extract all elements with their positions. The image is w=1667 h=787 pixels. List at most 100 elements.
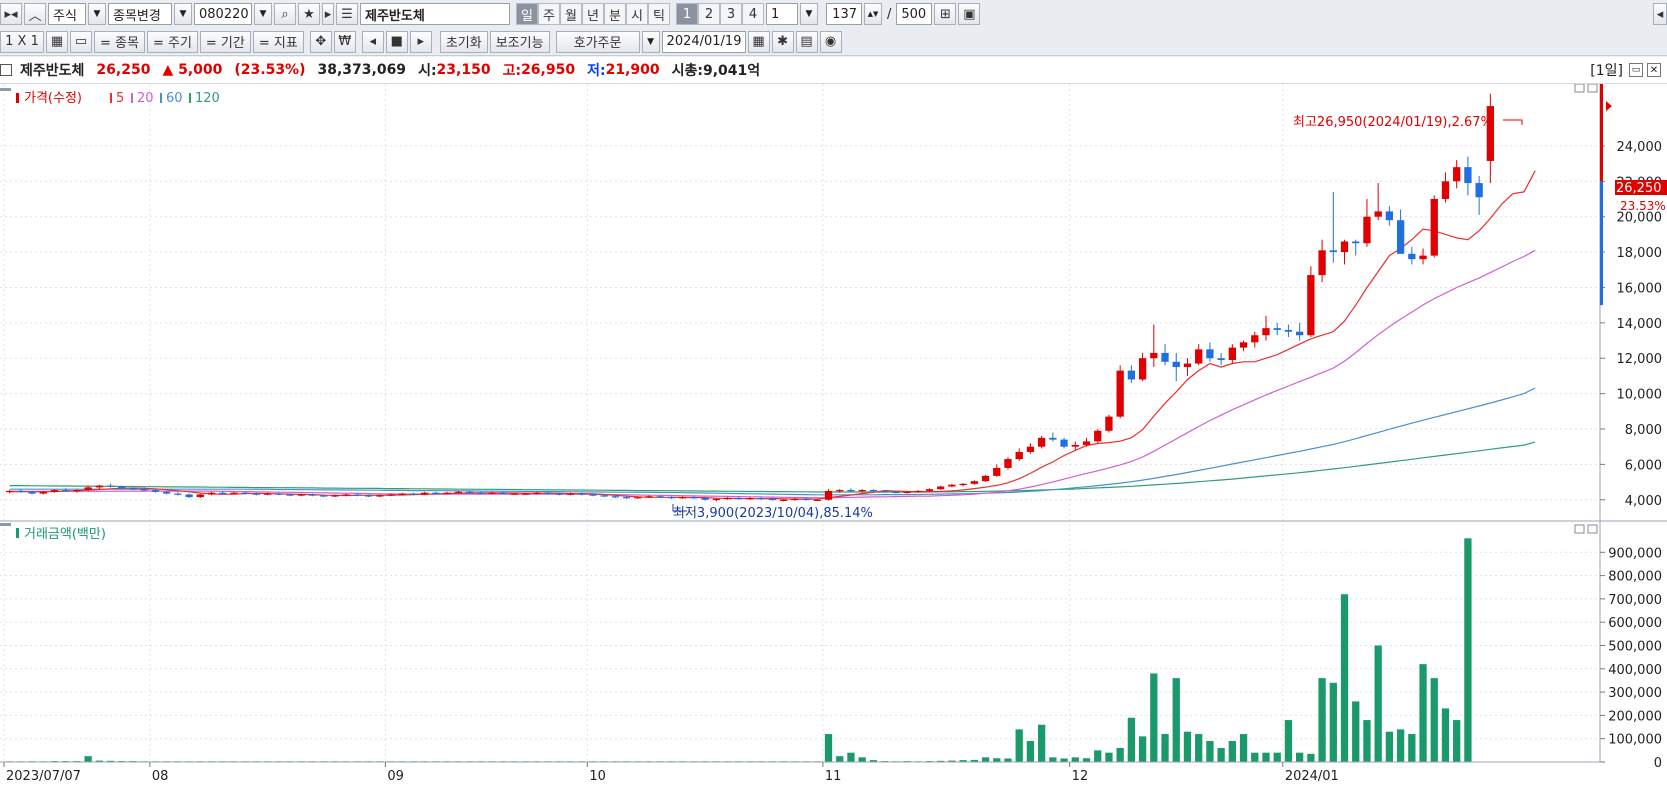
change-stock-dropdown-icon[interactable]: ▼: [174, 3, 192, 25]
price-pane-close-icon[interactable]: [1587, 84, 1598, 93]
volume-bar: [1015, 729, 1023, 762]
export-icon[interactable]: ▤: [795, 30, 818, 53]
volume-pane-min-icon[interactable]: [1574, 524, 1585, 534]
stop-icon[interactable]: ■: [385, 30, 408, 53]
candle-body: [690, 497, 698, 499]
count-input[interactable]: 137: [826, 3, 862, 25]
tab-week[interactable]: 주: [538, 3, 560, 25]
candle-body: [1374, 211, 1382, 217]
calendar-icon[interactable]: ▦: [747, 30, 770, 53]
indicator-button[interactable]: = 지표: [252, 30, 304, 53]
globe-icon[interactable]: ◉: [819, 30, 842, 53]
volume-bar: [1071, 757, 1079, 762]
candle-body: [600, 495, 608, 497]
candle-body: [106, 485, 115, 487]
volume-bar: [1195, 734, 1203, 762]
volume-bar: [1161, 734, 1169, 762]
mult-2[interactable]: 2: [698, 3, 720, 25]
reset-button[interactable]: 초기화: [439, 30, 488, 53]
tab-hour[interactable]: 시: [626, 3, 648, 25]
last-pct-label: 23.53%: [1620, 199, 1666, 213]
high-label: 고:: [502, 63, 522, 79]
star-icon[interactable]: ★: [298, 3, 320, 25]
order-dropdown-icon[interactable]: ▼: [641, 30, 660, 53]
cycle-button[interactable]: = 주기: [146, 30, 198, 53]
market-cap: 9,041억: [702, 63, 761, 79]
chevron-up-icon[interactable]: ︿: [24, 3, 46, 25]
stock-button[interactable]: = 종목: [94, 30, 145, 53]
volume-bar: [1363, 720, 1371, 762]
play-icon[interactable]: ▸: [409, 30, 432, 53]
candle-body: [1161, 352, 1169, 362]
maximize-icon[interactable]: ▭: [1629, 63, 1643, 77]
close-icon[interactable]: ✕: [1647, 63, 1661, 77]
move-icon[interactable]: ✥: [309, 30, 332, 53]
layout-button[interactable]: 1 X 1: [0, 30, 44, 53]
mult-1[interactable]: 1: [676, 3, 698, 25]
aux-function-button[interactable]: 보조기능: [489, 30, 550, 53]
last-price-arrow: [1606, 101, 1612, 112]
x-tick-label: 11: [825, 769, 842, 784]
open-label: 시:: [418, 63, 437, 79]
search-icon[interactable]: ⌕: [274, 3, 296, 25]
candle-body: [129, 488, 137, 490]
candle-body: [28, 491, 36, 494]
next-icon[interactable]: ▸: [322, 3, 334, 25]
volume-pane-handle-icon[interactable]: [0, 523, 11, 526]
candle-body: [320, 495, 328, 497]
collapse-right-icon[interactable]: ◂: [1653, 3, 1667, 25]
candle-body: [17, 490, 25, 493]
tab-year[interactable]: 년: [582, 3, 604, 25]
tab-tick[interactable]: 틱: [648, 3, 670, 25]
market-select[interactable]: 주식: [48, 3, 86, 25]
candle-body: [308, 494, 317, 496]
change-stock-button[interactable]: 종목변경: [108, 3, 172, 25]
select-checkbox[interactable]: [0, 64, 12, 76]
gear-icon[interactable]: ✱: [771, 30, 794, 53]
multiplier-tabs: 1 2 3 4: [676, 3, 764, 25]
volume-bar: [981, 757, 990, 762]
tab-month[interactable]: 월: [560, 3, 582, 25]
stock-chart[interactable]: 4,000 6,000 8,000 10,000 12,000 14,000 16,000 1…: [0, 84, 1667, 787]
price-pane-handle-icon[interactable]: [0, 88, 11, 91]
single-view-icon[interactable]: ▭: [70, 30, 92, 53]
won-icon[interactable]: ₩: [333, 30, 356, 53]
stock-code-input[interactable]: 080220: [194, 3, 252, 25]
volume-bar: [1239, 734, 1248, 762]
panel-toggle-icon[interactable]: ▸◂: [0, 3, 22, 25]
candle-body: [544, 492, 552, 494]
candle-body: [1150, 352, 1158, 359]
code-dropdown-icon[interactable]: ▼: [254, 3, 272, 25]
candle-body: [1441, 181, 1450, 199]
candle-body: [903, 491, 911, 494]
count-spinner-icon[interactable]: ▲▼: [864, 3, 882, 25]
candle-body: [1015, 452, 1023, 460]
volume-bar: [1228, 741, 1236, 762]
tab-minute[interactable]: 분: [604, 3, 626, 25]
order-button[interactable]: 호가주문: [555, 30, 640, 53]
add-window-icon[interactable]: ⊞: [934, 3, 957, 25]
save-icon[interactable]: ▣: [958, 3, 981, 25]
price-tick-label: 16,000: [1617, 281, 1663, 296]
volume-pane-close-icon[interactable]: [1587, 524, 1598, 534]
ma120-legend-swatch: [189, 93, 191, 103]
price-pane-min-icon[interactable]: [1574, 84, 1585, 93]
multiplier-dropdown-icon[interactable]: ▼: [800, 3, 818, 25]
multiplier-input[interactable]: 1: [766, 3, 798, 25]
x-tick-label: 2023/07/07: [6, 769, 81, 784]
ma20-legend-label: 20: [137, 91, 154, 106]
candle-body: [230, 492, 238, 494]
total-input[interactable]: 500: [896, 3, 933, 25]
volume-bar: [1408, 734, 1416, 762]
list-icon[interactable]: ☰: [336, 3, 358, 25]
prev-icon[interactable]: ◂: [361, 30, 384, 53]
mult-3[interactable]: 3: [720, 3, 742, 25]
volume-bar: [836, 756, 844, 762]
mult-4[interactable]: 4: [742, 3, 764, 25]
period-button[interactable]: = 기간: [199, 30, 251, 53]
grid-icon[interactable]: ▦: [46, 30, 68, 53]
tab-day[interactable]: 일: [516, 3, 538, 25]
candle-body: [432, 492, 440, 494]
market-dropdown-icon[interactable]: ▼: [88, 3, 106, 25]
date-input[interactable]: 2024/01/19: [661, 30, 746, 53]
